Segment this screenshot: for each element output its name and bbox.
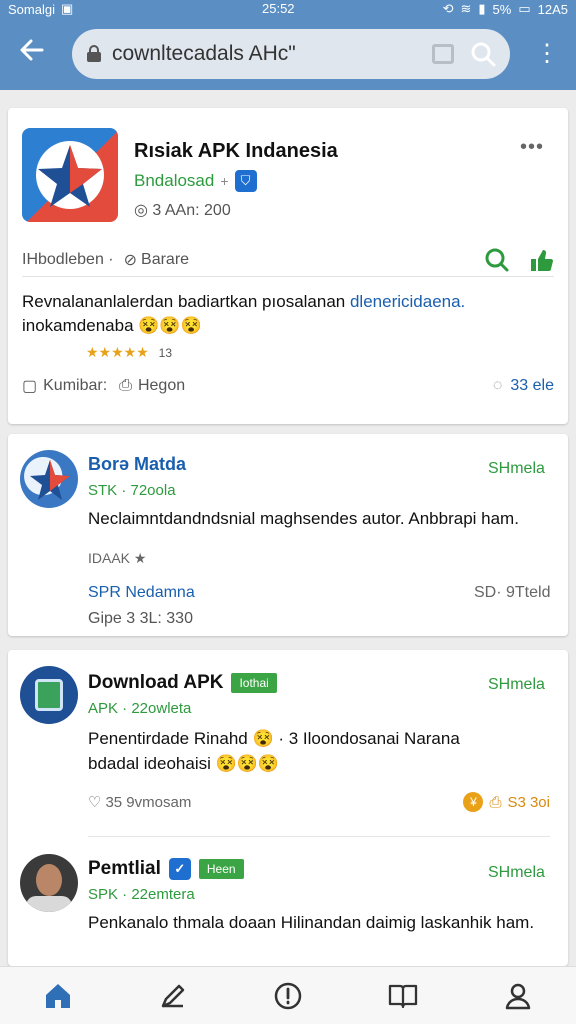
bookmark-icon[interactable]: ▢	[22, 376, 37, 396]
arrow-left-icon	[20, 39, 44, 61]
nav-library[interactable]	[379, 976, 427, 1016]
description-link[interactable]: dlenericidaena.	[350, 292, 465, 311]
status-right-text: 12A5	[537, 1, 568, 17]
battery-text: 5%	[492, 1, 512, 17]
bottom-navigation	[0, 966, 576, 1024]
nav-home[interactable]	[34, 976, 82, 1016]
compass-icon: ⊘	[123, 251, 138, 269]
post-description: Penentirdade Rinahd 😵 · 3 Iloondosanai N…	[88, 729, 460, 773]
featured-app-card[interactable]: Rısiak APK Indanesia ••• Bndalosad + ⛉ ◎…	[8, 108, 568, 424]
post-right-meta: SD· 9Tteld	[474, 584, 551, 601]
post-description: Penkanalo thmala doaan Hilinandan daimig…	[88, 913, 535, 932]
like-count: 35 9vmosam	[105, 793, 192, 811]
meta-left: IHbodleben ·	[22, 250, 114, 268]
edit-icon	[161, 984, 185, 1007]
thumbs-up-icon[interactable]	[528, 247, 554, 273]
more-vertical-icon: ⋮	[535, 40, 559, 67]
overflow-menu-button[interactable]: ⋮	[534, 38, 560, 72]
post-link[interactable]: SPR Nedamna	[88, 584, 195, 602]
comment-count: 33 ele	[510, 377, 554, 394]
author-name[interactable]: Borə Matda	[88, 454, 186, 475]
app-icon	[22, 128, 118, 222]
search-icon[interactable]	[470, 41, 496, 67]
share-button[interactable]: SHmela	[488, 460, 545, 478]
back-button[interactable]	[14, 36, 50, 72]
sim-icon: ▣	[60, 1, 74, 16]
app-title: Rısiak APK Indanesia	[134, 140, 338, 162]
footer-left: Kumibar:	[43, 377, 108, 394]
carrier-text: Somalgi	[8, 1, 55, 17]
book-icon	[389, 984, 418, 1008]
thumbs-up-icon[interactable]: ♡	[88, 793, 101, 811]
star-rating: ★★★★★	[86, 344, 149, 360]
shield-icon: ⛉	[234, 170, 257, 192]
url-text[interactable]: cownltecadals AHc"	[112, 42, 432, 66]
nav-profile[interactable]	[494, 976, 542, 1016]
more-horizontal-icon[interactable]: •••	[520, 136, 544, 159]
home-icon	[45, 983, 70, 1008]
card-footer: ▢ Kumibar: ⎙ Hegon ◌ 33 ele	[22, 376, 554, 396]
lock-icon	[87, 45, 101, 62]
meta-row: IHbodleben · ⊘ Barare	[22, 243, 554, 277]
clock-icon: ◎	[134, 202, 148, 219]
author-name[interactable]: Download APK	[88, 672, 223, 694]
nav-alerts[interactable]	[264, 976, 312, 1016]
star-logo-icon	[36, 141, 104, 209]
tag-badge: Heen	[198, 859, 244, 879]
footer-mid: Hegon	[137, 377, 186, 394]
tabs-icon[interactable]	[432, 44, 454, 64]
coin-icon: ¥	[463, 792, 484, 812]
clock: 25:52	[262, 1, 295, 16]
nav-edit[interactable]	[149, 976, 197, 1016]
status-bar: Somalgi ▣ 25:52 ⟲ ≋ ▮ 5% ▭ 12A5	[0, 0, 576, 18]
user-icon	[506, 983, 531, 1009]
avatar[interactable]	[20, 854, 78, 912]
avatar[interactable]	[20, 666, 78, 724]
post-card[interactable]: Borə Matda SHmela STK · 72oola Neclaimnt…	[8, 434, 568, 636]
comments-button[interactable]: ◌ 33 ele	[493, 377, 554, 395]
share-icon[interactable]: ⎙	[489, 794, 501, 811]
share-icon[interactable]: ⎙	[119, 377, 132, 395]
sync-icon: ⟲	[442, 1, 454, 16]
emoji-icon: 😵😵😵	[138, 316, 202, 335]
comment-icon: ◌	[492, 377, 503, 394]
address-bar[interactable]: cownltecadals AHc"	[72, 29, 510, 79]
author-name[interactable]: Pemtlial	[88, 858, 161, 880]
footer-right: S3 3oi	[507, 793, 550, 811]
app-description: Revnalananlalerdan badiartkan pıosalanan…	[22, 292, 466, 335]
post-description: Neclaimntdandndsnial maghsendes autor. A…	[88, 509, 519, 528]
star-logo-icon	[30, 460, 70, 500]
post-subline: STK · 72oola	[88, 482, 176, 499]
divider	[88, 836, 550, 837]
post-size: Gipe 3 3L: 330	[88, 610, 193, 627]
share-button[interactable]: SHmela	[488, 864, 545, 882]
share-button[interactable]: SHmela	[488, 676, 545, 694]
meta-mid: Barare	[141, 250, 190, 268]
plus-icon: +	[220, 173, 229, 189]
search-icon[interactable]	[484, 247, 510, 273]
post-small-text: IDAAK ★	[88, 550, 147, 566]
wifi-icon: ≋	[460, 1, 472, 16]
app-subtitle: Bndalosad	[134, 171, 215, 190]
apk-package-icon	[35, 679, 63, 711]
post-subline: APK · 22owleta	[88, 700, 192, 717]
rating-count: 13	[158, 346, 173, 360]
rating: ★★★★★ 13	[86, 344, 172, 361]
post-subline: SPK · 22emtera	[88, 886, 195, 903]
post-card[interactable]: Download APK Iothai SHmela APK · 22owlet…	[8, 650, 568, 966]
tag-badge: Iothai	[231, 673, 277, 693]
alert-circle-icon	[274, 982, 302, 1009]
signal-icon: ▮	[478, 1, 486, 16]
avatar[interactable]	[20, 450, 78, 508]
verified-icon: ✓	[168, 858, 191, 880]
battery-icon: ▭	[518, 1, 531, 16]
post-footer: ♡ 35 9vmosam ¥ ⎙ S3 3oi	[88, 792, 550, 812]
app-age: 3 AAn: 200	[152, 202, 231, 219]
browser-toolbar: cownltecadals AHc" ⋮	[0, 18, 576, 90]
